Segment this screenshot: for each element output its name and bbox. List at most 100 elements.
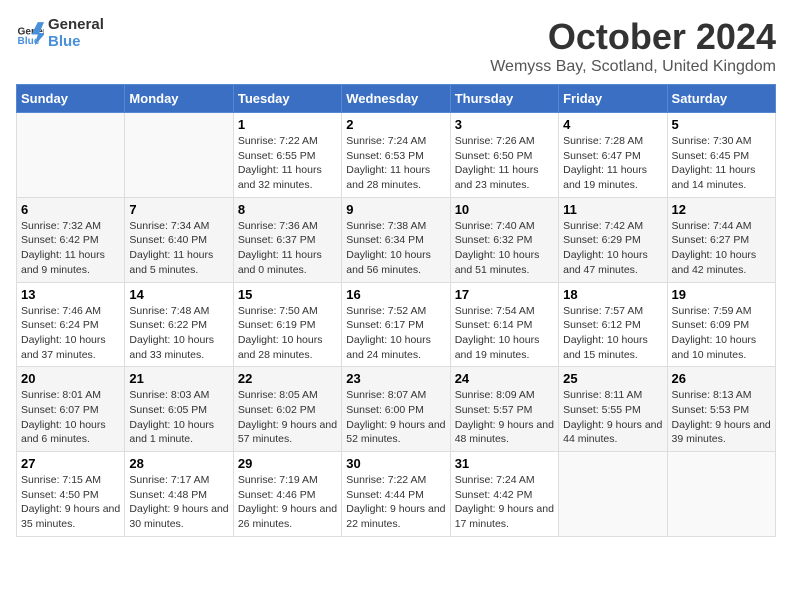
day-number: 27 [21,456,120,471]
day-number: 6 [21,202,120,217]
calendar-cell: 28 Sunrise: 7:17 AMSunset: 4:48 PMDayligh… [125,452,233,537]
calendar-week-5: 27 Sunrise: 7:15 AMSunset: 4:50 PMDayligh… [17,452,776,537]
day-info: Sunrise: 7:22 AMSunset: 4:44 PMDaylight:… [346,473,445,532]
day-info: Sunrise: 7:30 AMSunset: 6:45 PMDaylight:… [672,134,771,193]
day-number: 31 [455,456,554,471]
day-info: Sunrise: 7:42 AMSunset: 6:29 PMDaylight:… [563,219,662,278]
calendar-cell: 6 Sunrise: 7:32 AMSunset: 6:42 PMDaylight… [17,197,125,282]
calendar-cell: 11 Sunrise: 7:42 AMSunset: 6:29 PMDayligh… [559,197,667,282]
day-number: 26 [672,371,771,386]
day-number: 7 [129,202,228,217]
day-number: 16 [346,287,445,302]
day-info: Sunrise: 7:36 AMSunset: 6:37 PMDaylight:… [238,219,337,278]
calendar-cell: 18Sunrise: 7:57 AMSunset: 6:12 PMDayligh… [559,282,667,367]
calendar-week-3: 13 Sunrise: 7:46 AMSunset: 6:24 PMDayligh… [17,282,776,367]
day-number: 25 [563,371,662,386]
calendar-table: SundayMondayTuesdayWednesdayThursdayFrid… [16,84,776,537]
day-number: 28 [129,456,228,471]
calendar-cell: 4 Sunrise: 7:28 AMSunset: 6:47 PMDaylight… [559,113,667,198]
day-info: Sunrise: 8:07 AMSunset: 6:00 PMDaylight:… [346,388,445,447]
day-number: 10 [455,202,554,217]
calendar-cell: 12Sunrise: 7:44 AMSunset: 6:27 PMDayligh… [667,197,775,282]
day-info: Sunrise: 7:15 AMSunset: 4:50 PMDaylight:… [21,473,120,532]
day-info: Sunrise: 8:13 AMSunset: 5:53 PMDaylight:… [672,388,771,447]
calendar-cell: 13 Sunrise: 7:46 AMSunset: 6:24 PMDayligh… [17,282,125,367]
calendar-cell: 16 Sunrise: 7:52 AMSunset: 6:17 PMDayligh… [342,282,450,367]
calendar-cell: 27 Sunrise: 7:15 AMSunset: 4:50 PMDayligh… [17,452,125,537]
calendar-cell: 17Sunrise: 7:54 AMSunset: 6:14 PMDayligh… [450,282,558,367]
day-info: Sunrise: 7:52 AMSunset: 6:17 PMDaylight:… [346,304,445,363]
calendar-cell: 24 Sunrise: 8:09 AMSunset: 5:57 PMDayligh… [450,367,558,452]
weekday-header-row: SundayMondayTuesdayWednesdayThursdayFrid… [17,85,776,113]
calendar-cell: 21 Sunrise: 8:03 AMSunset: 6:05 PMDayligh… [125,367,233,452]
logo: General Blue General Blue [16,16,104,51]
calendar-cell: 3Sunrise: 7:26 AMSunset: 6:50 PMDaylight… [450,113,558,198]
day-number: 30 [346,456,445,471]
calendar-cell [17,113,125,198]
title-block: October 2024 Wemyss Bay, Scotland, Unite… [490,16,776,76]
day-info: Sunrise: 8:01 AMSunset: 6:07 PMDaylight:… [21,388,120,447]
calendar-cell [559,452,667,537]
calendar-cell: 2Sunrise: 7:24 AMSunset: 6:53 PMDaylight… [342,113,450,198]
day-info: Sunrise: 7:22 AMSunset: 6:55 PMDaylight:… [238,134,337,193]
weekday-header-sunday: Sunday [17,85,125,113]
day-info: Sunrise: 7:38 AMSunset: 6:34 PMDaylight:… [346,219,445,278]
day-info: Sunrise: 7:34 AMSunset: 6:40 PMDaylight:… [129,219,228,278]
weekday-header-saturday: Saturday [667,85,775,113]
calendar-cell: 22Sunrise: 8:05 AMSunset: 6:02 PMDayligh… [233,367,341,452]
day-number: 15 [238,287,337,302]
calendar-cell: 20Sunrise: 8:01 AMSunset: 6:07 PMDayligh… [17,367,125,452]
day-info: Sunrise: 8:03 AMSunset: 6:05 PMDaylight:… [129,388,228,447]
day-info: Sunrise: 7:57 AMSunset: 6:12 PMDaylight:… [563,304,662,363]
day-info: Sunrise: 7:28 AMSunset: 6:47 PMDaylight:… [563,134,662,193]
day-number: 22 [238,371,337,386]
day-number: 4 [563,117,662,132]
calendar-cell [125,113,233,198]
weekday-header-friday: Friday [559,85,667,113]
calendar-cell: 25 Sunrise: 8:11 AMSunset: 5:55 PMDayligh… [559,367,667,452]
day-number: 24 [455,371,554,386]
day-number: 2 [346,117,445,132]
calendar-cell: 1 Sunrise: 7:22 AMSunset: 6:55 PMDaylight… [233,113,341,198]
logo-text-general: General [48,16,104,33]
calendar-cell: 14Sunrise: 7:48 AMSunset: 6:22 PMDayligh… [125,282,233,367]
day-number: 13 [21,287,120,302]
calendar-week-2: 6 Sunrise: 7:32 AMSunset: 6:42 PMDaylight… [17,197,776,282]
day-info: Sunrise: 8:09 AMSunset: 5:57 PMDaylight:… [455,388,554,447]
day-info: Sunrise: 7:32 AMSunset: 6:42 PMDaylight:… [21,219,120,278]
calendar-cell: 23Sunrise: 8:07 AMSunset: 6:00 PMDayligh… [342,367,450,452]
weekday-header-monday: Monday [125,85,233,113]
day-number: 11 [563,202,662,217]
day-info: Sunrise: 7:44 AMSunset: 6:27 PMDaylight:… [672,219,771,278]
day-info: Sunrise: 8:11 AMSunset: 5:55 PMDaylight:… [563,388,662,447]
calendar-cell: 26 Sunrise: 8:13 AMSunset: 5:53 PMDayligh… [667,367,775,452]
calendar-cell: 29Sunrise: 7:19 AMSunset: 4:46 PMDayligh… [233,452,341,537]
day-info: Sunrise: 7:40 AMSunset: 6:32 PMDaylight:… [455,219,554,278]
day-info: Sunrise: 7:50 AMSunset: 6:19 PMDaylight:… [238,304,337,363]
day-info: Sunrise: 7:17 AMSunset: 4:48 PMDaylight:… [129,473,228,532]
page-header: General Blue General Blue October 2024 W… [16,16,776,76]
day-number: 3 [455,117,554,132]
logo-icon: General Blue [16,19,44,47]
calendar-cell: 5Sunrise: 7:30 AMSunset: 6:45 PMDaylight… [667,113,775,198]
day-number: 1 [238,117,337,132]
calendar-cell [667,452,775,537]
calendar-cell: 9 Sunrise: 7:38 AMSunset: 6:34 PMDaylight… [342,197,450,282]
location: Wemyss Bay, Scotland, United Kingdom [490,58,776,76]
day-info: Sunrise: 7:24 AMSunset: 4:42 PMDaylight:… [455,473,554,532]
day-info: Sunrise: 7:54 AMSunset: 6:14 PMDaylight:… [455,304,554,363]
calendar-cell: 19 Sunrise: 7:59 AMSunset: 6:09 PMDayligh… [667,282,775,367]
calendar-body: 1 Sunrise: 7:22 AMSunset: 6:55 PMDaylight… [17,113,776,537]
day-number: 21 [129,371,228,386]
calendar-cell: 8Sunrise: 7:36 AMSunset: 6:37 PMDaylight… [233,197,341,282]
weekday-header-tuesday: Tuesday [233,85,341,113]
logo-text-blue: Blue [48,33,104,50]
calendar-week-4: 20Sunrise: 8:01 AMSunset: 6:07 PMDayligh… [17,367,776,452]
calendar-cell: 15 Sunrise: 7:50 AMSunset: 6:19 PMDayligh… [233,282,341,367]
day-info: Sunrise: 7:46 AMSunset: 6:24 PMDaylight:… [21,304,120,363]
calendar-header: SundayMondayTuesdayWednesdayThursdayFrid… [17,85,776,113]
day-number: 9 [346,202,445,217]
day-info: Sunrise: 7:59 AMSunset: 6:09 PMDaylight:… [672,304,771,363]
weekday-header-wednesday: Wednesday [342,85,450,113]
day-number: 19 [672,287,771,302]
